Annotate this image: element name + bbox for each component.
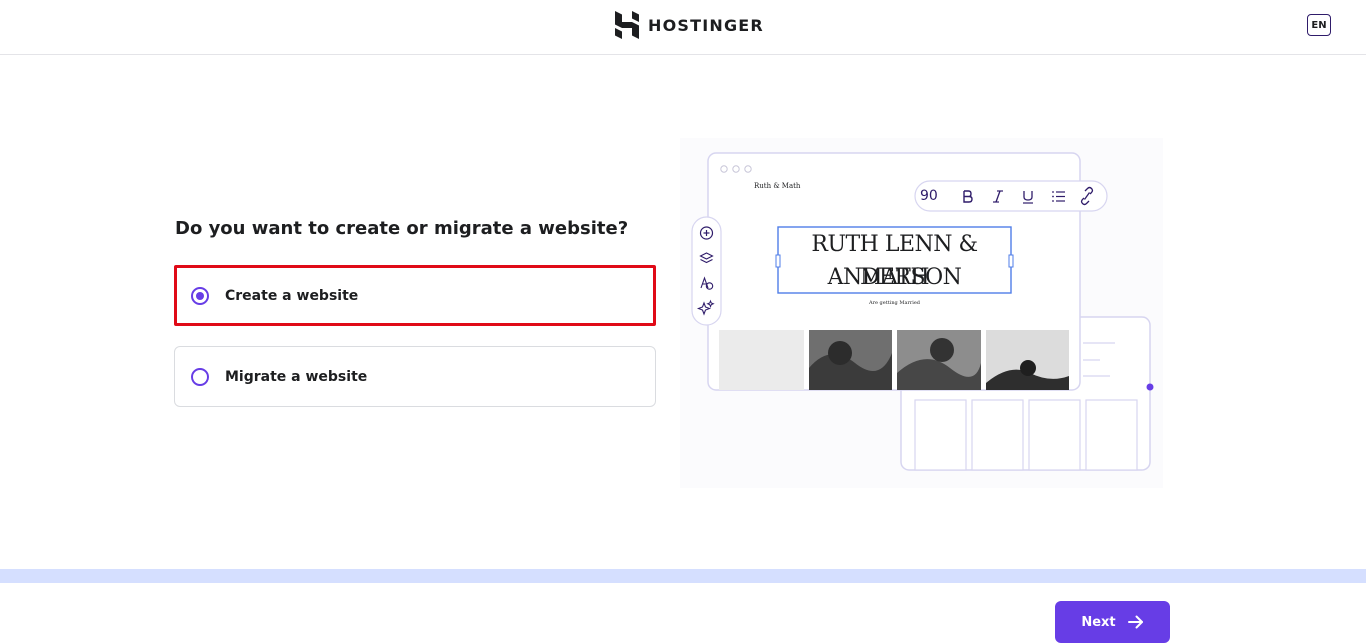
option-label: Migrate a website: [225, 368, 368, 385]
radio-migrate-website[interactable]: [191, 367, 209, 386]
hostinger-logo-icon: [615, 11, 639, 39]
font-size-value: 90: [920, 188, 938, 204]
illustration-headline-line2: ANDERSON: [827, 265, 962, 290]
brand-logo[interactable]: HOSTINGER: [615, 11, 764, 39]
option-migrate-website[interactable]: Migrate a website: [174, 346, 656, 407]
arrow-right-icon: [1127, 615, 1143, 629]
progress-track: [0, 569, 1366, 583]
top-header: HOSTINGER EN: [0, 0, 1366, 55]
next-button-label: Next: [1081, 614, 1116, 630]
brand-name: HOSTINGER: [648, 15, 764, 35]
website-builder-illustration: Ruth & Math 90 RUTH LENN & MATH ANDERSON…: [680, 138, 1163, 488]
option-label: Create a website: [225, 287, 359, 304]
radio-create-website[interactable]: [191, 286, 209, 305]
language-selector-button[interactable]: EN: [1307, 14, 1331, 36]
illustration-site-name: Ruth & Math: [754, 182, 801, 190]
next-button[interactable]: Next: [1055, 601, 1170, 643]
page-question: Do you want to create or migrate a websi…: [175, 218, 629, 239]
radio-selected-dot: [196, 291, 204, 300]
option-create-website[interactable]: Create a website: [174, 265, 656, 326]
illustration-subtitle: Are getting Married: [869, 300, 920, 306]
